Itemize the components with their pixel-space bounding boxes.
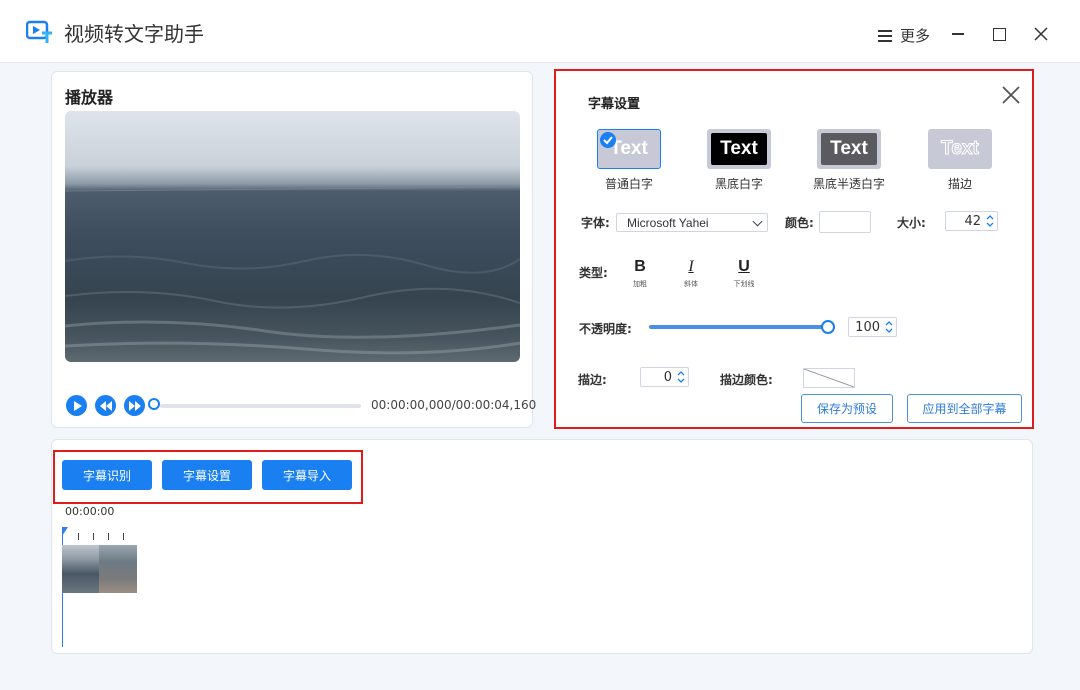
bold-caption: 加粗: [633, 280, 647, 288]
more-menu-label: 更多: [900, 27, 931, 45]
apply-all-button[interactable]: 应用到全部字幕: [907, 394, 1022, 423]
style-label-outline: 描边: [947, 177, 972, 191]
style-label-black-bg-white: 黑底白字: [714, 177, 763, 191]
play-icon: [73, 400, 82, 411]
stepper-arrows-icon: [885, 321, 893, 333]
stroke-color-label: 描边颜色:: [720, 373, 773, 387]
timeline-tick: [108, 533, 109, 540]
stepper-arrows-icon: [677, 371, 685, 383]
opacity-slider-handle[interactable]: [821, 320, 835, 334]
subtitle-import-button[interactable]: 字幕导入: [262, 460, 352, 490]
style-preview-text: Text: [830, 138, 868, 159]
stroke-value: 0: [663, 370, 672, 385]
fast-forward-icon: [128, 400, 141, 411]
stepper-arrows-icon: [986, 215, 994, 227]
style-label-plain-white: 普通白字: [604, 177, 653, 191]
font-color-picker[interactable]: [819, 211, 871, 233]
close-icon: [1034, 27, 1048, 41]
italic-caption: 斜体: [684, 280, 698, 288]
settings-title: 字幕设置: [588, 97, 641, 112]
font-select[interactable]: Microsoft Yahei: [616, 213, 768, 232]
minimize-icon: [952, 33, 964, 35]
app-logo-icon: [26, 20, 52, 43]
rewind-button[interactable]: [95, 395, 116, 416]
fast-forward-button[interactable]: [124, 395, 145, 416]
font-label: 字体:: [581, 216, 610, 230]
style-preview-text: Text: [720, 138, 758, 159]
rewind-icon: [99, 400, 112, 411]
bold-button[interactable]: B 加粗: [625, 258, 655, 289]
style-label-translucent: 黑底半透白字: [812, 177, 885, 191]
type-label: 类型:: [579, 266, 608, 280]
timeline-tick: [78, 533, 79, 540]
video-thumbnail[interactable]: [99, 545, 137, 593]
bold-icon: B: [634, 258, 646, 275]
checkmark-icon: [600, 132, 616, 148]
timeline-tick: [93, 533, 94, 540]
maximize-icon: [992, 27, 1006, 41]
underline-icon: U: [738, 258, 750, 275]
italic-button[interactable]: I 斜体: [676, 258, 706, 289]
progress-track[interactable]: [160, 404, 361, 408]
subtitle-recognize-button[interactable]: 字幕识别: [62, 460, 152, 490]
stroke-stepper[interactable]: 0: [640, 367, 689, 387]
time-display: 00:00:00,000/00:00:04,160: [371, 398, 537, 412]
no-color-icon: [803, 368, 855, 388]
opacity-slider-track[interactable]: [649, 325, 828, 329]
stroke-color-picker[interactable]: [803, 368, 855, 388]
font-select-value: Microsoft Yahei: [627, 216, 709, 230]
style-option-outline[interactable]: Text: [928, 129, 992, 169]
sea-video-frame: [65, 186, 520, 355]
subtitle-settings-button[interactable]: 字幕设置: [162, 460, 252, 490]
style-option-translucent-bg-white[interactable]: Text: [817, 129, 881, 169]
timeline-tick: [123, 533, 124, 540]
opacity-value: 100: [855, 320, 880, 335]
minimize-button[interactable]: [946, 22, 970, 46]
chevron-down-icon: [752, 216, 763, 227]
underline-button[interactable]: U 下划线: [729, 258, 759, 289]
stroke-label: 描边:: [578, 373, 607, 387]
italic-icon: I: [688, 258, 694, 275]
style-option-black-bg-white[interactable]: Text: [707, 129, 771, 169]
video-thumbnail[interactable]: [62, 545, 100, 593]
size-stepper[interactable]: 42: [945, 211, 998, 231]
underline-caption: 下划线: [733, 280, 755, 288]
window-close-button[interactable]: [1029, 22, 1053, 46]
opacity-label: 不透明度:: [579, 322, 632, 336]
app-title: 视频转文字助手: [64, 22, 204, 46]
style-preview-text: Text: [941, 138, 980, 160]
maximize-button[interactable]: [987, 22, 1011, 46]
style-option-plain-white[interactable]: Text: [597, 129, 661, 169]
timeline-time-label: 00:00:00: [65, 505, 115, 518]
size-value: 42: [964, 214, 981, 229]
video-preview[interactable]: [65, 111, 520, 362]
color-label: 颜色:: [785, 216, 814, 230]
menu-icon: [878, 29, 892, 42]
player-title: 播放器: [65, 88, 114, 107]
more-menu-button[interactable]: 更多: [878, 25, 930, 46]
size-label: 大小:: [897, 216, 926, 230]
progress-handle[interactable]: [148, 398, 160, 410]
settings-close-icon[interactable]: [1000, 84, 1022, 106]
play-button[interactable]: [66, 395, 87, 416]
save-preset-button[interactable]: 保存为预设: [801, 394, 893, 423]
subtitle-settings-panel: [556, 71, 1032, 427]
opacity-stepper[interactable]: 100: [848, 317, 897, 337]
